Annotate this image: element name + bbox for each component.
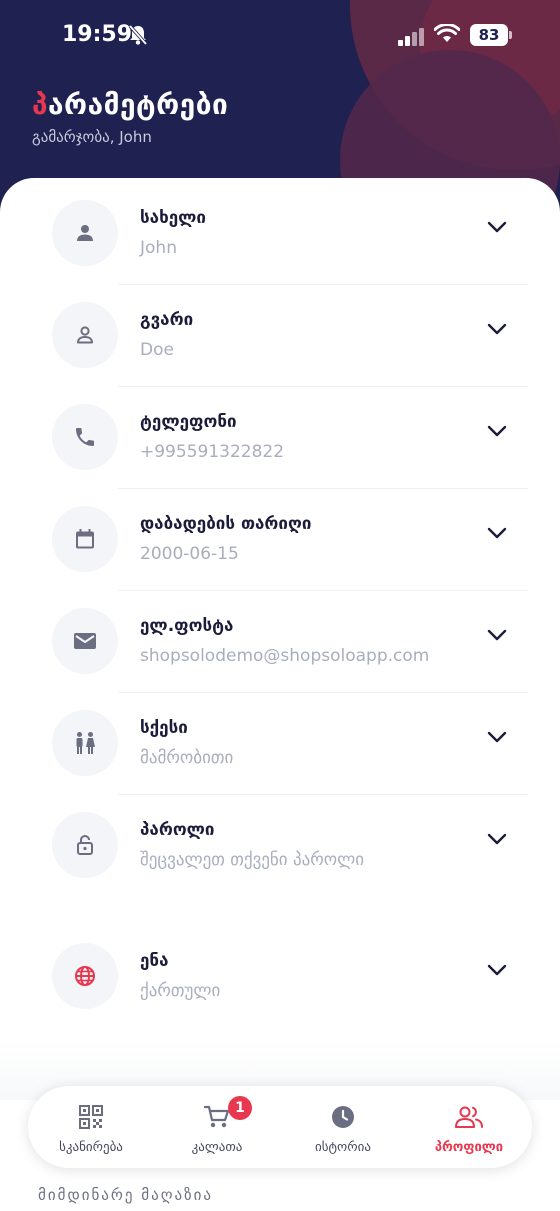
wifi-icon [434,24,460,42]
status-bar: 19:59 83 [0,0,560,72]
tab-history[interactable]: ისტორია [280,1086,406,1168]
clock-icon [332,1106,354,1128]
field-label: ენა [140,951,169,971]
field-label: სქესი [140,718,188,738]
qr-code-icon [79,1105,103,1129]
people-icon [455,1106,483,1128]
tab-profile[interactable]: პროფილი [406,1086,532,1168]
lock-icon [77,834,93,855]
current-store-heading: მიმდინარე მაღაზია [38,1186,213,1204]
field-label: სახელი [140,208,207,228]
field-label: დაბადების თარიღი [140,514,312,534]
tab-label: სკანირება [59,1140,123,1155]
field-label: ტელეფონი [140,412,237,432]
status-time: 19:59 [62,22,133,47]
field-value: shopsolodemo@shopsoloapp.com [140,646,430,666]
gender-icon [76,732,95,754]
phone-icon [76,428,94,446]
field-value: +995591322822 [140,442,285,462]
field-last-name[interactable]: გვარი Doe [0,280,560,382]
field-icon-container [52,506,118,572]
cellular-signal-icon [398,28,424,46]
chevron-down-icon[interactable] [486,220,508,234]
mail-icon [74,633,96,649]
field-value: 2000-06-15 [140,544,239,564]
field-icon-container [52,812,118,878]
cart-icon [203,1105,230,1128]
tab-label: ისტორია [315,1140,371,1155]
page-title: პარამეტრები [32,88,228,121]
chevron-down-icon[interactable] [486,322,508,336]
field-icon-container [52,710,118,776]
field-label: ელ.ფოსტა [140,616,234,636]
chevron-down-icon[interactable] [486,832,508,846]
field-first-name[interactable]: სახელი John [0,178,560,280]
field-icon-container [52,200,118,266]
person-icon [77,225,93,241]
cart-badge: 1 [228,1096,252,1120]
greeting-text: გამარჯობა, John [32,128,152,146]
field-language[interactable]: ენა ქართული [0,921,560,1023]
calendar-icon [76,529,94,549]
field-label: გვარი [140,310,194,330]
field-icon-container [52,608,118,674]
tab-label: კალათა [191,1140,243,1155]
field-icon-container [52,943,118,1009]
chevron-down-icon[interactable] [486,730,508,744]
field-icon-container [52,302,118,368]
chevron-down-icon[interactable] [486,628,508,642]
chevron-down-icon[interactable] [486,526,508,540]
field-label: პაროლი [140,820,215,840]
field-password[interactable]: პაროლი შეცვალეთ თქვენი პაროლი [0,790,560,892]
page-title-accent: პ [32,88,49,121]
field-icon-container [52,404,118,470]
field-birth-date[interactable]: დაბადების თარიღი 2000-06-15 [0,484,560,586]
tab-scan[interactable]: სკანირება [28,1086,154,1168]
field-value: მამრობითი [140,748,234,768]
field-value: Doe [140,340,174,360]
field-value: შეცვალეთ თქვენი პაროლი [140,850,365,870]
chevron-down-icon[interactable] [486,963,508,977]
battery-indicator: 83 [470,24,508,46]
field-email[interactable]: ელ.ფოსტა shopsolodemo@shopsoloapp.com [0,586,560,688]
tab-cart[interactable]: 1 კალათა [154,1086,280,1168]
person-outline-icon [77,326,93,344]
chevron-down-icon[interactable] [486,424,508,438]
field-gender[interactable]: სქესი მამრობითი [0,688,560,790]
globe-icon [75,966,95,986]
field-phone[interactable]: ტელეფონი +995591322822 [0,382,560,484]
battery-tip [509,31,512,39]
field-value: John [140,238,177,258]
bell-muted-icon [128,24,148,46]
page-title-rest: არამეტრები [48,88,229,121]
field-value: ქართული [140,981,221,1001]
bottom-tab-bar: სკანირება 1 კალათა ისტორია პროფილი [28,1086,532,1168]
tab-label: პროფილი [434,1140,504,1155]
